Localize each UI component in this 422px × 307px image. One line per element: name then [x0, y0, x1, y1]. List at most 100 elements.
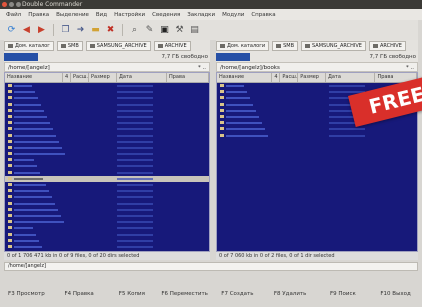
delete-icon[interactable]: ✖: [105, 25, 116, 36]
f10-exit-button[interactable]: F10 Выход: [369, 287, 422, 301]
menu-bookmarks[interactable]: Закладки: [187, 12, 215, 18]
menu-file[interactable]: Файл: [6, 12, 21, 18]
file-date-placeholder: [117, 227, 153, 230]
tools-icon[interactable]: ⚒: [174, 25, 185, 36]
file-date-placeholder: [117, 109, 153, 112]
forward-icon[interactable]: ▶: [36, 25, 47, 36]
file-name-placeholder: [226, 115, 259, 118]
drive-label: SAMSUNG_ARCHIVE: [312, 42, 362, 49]
f8-delete-button[interactable]: F8 Удалить: [264, 287, 317, 301]
edit-icon[interactable]: ✎: [144, 25, 155, 36]
left-free-space: 7,7 ГБ свободно: [161, 53, 208, 60]
file-name-placeholder: [14, 221, 64, 224]
command-line-path: /home/[angelz]: [8, 263, 46, 269]
menu-selection[interactable]: Выделение: [56, 12, 89, 18]
drive-samsung[interactable]: SAMSUNG_ARCHIVE: [301, 40, 366, 51]
terminal-icon[interactable]: ▣: [159, 25, 170, 36]
col-size[interactable]: Размер: [89, 73, 117, 82]
menu-info[interactable]: Сведения: [152, 12, 180, 18]
drive-samsung[interactable]: SAMSUNG_ARCHIVE: [85, 40, 151, 51]
col-name[interactable]: Название: [217, 73, 273, 82]
folder-icon: [8, 183, 12, 186]
file-name-placeholder: [226, 91, 247, 94]
folder-icon: [8, 84, 12, 87]
f5-copy-button[interactable]: F5 Копия: [106, 287, 159, 301]
col-perms[interactable]: Права: [167, 73, 209, 82]
command-line[interactable]: /home/[angelz]: [4, 262, 418, 271]
col-size[interactable]: Размер: [298, 73, 326, 82]
file-name-placeholder: [14, 202, 55, 205]
f9-search-button[interactable]: F9 Поиск: [317, 287, 370, 301]
drive-icon: [60, 43, 66, 48]
f7-mkdir-button[interactable]: F7 Создать: [211, 287, 264, 301]
menu-view[interactable]: Вид: [96, 12, 107, 18]
folder-icon: [8, 195, 12, 199]
file-name-placeholder: [14, 190, 49, 193]
file-name-placeholder: [14, 109, 44, 112]
file-row[interactable]: [5, 244, 209, 250]
folder-icon: [220, 114, 224, 118]
close-button[interactable]: [2, 2, 7, 7]
folder-icon: [8, 170, 12, 174]
file-name-placeholder: [14, 177, 43, 180]
left-current-path[interactable]: /home/[angelz] * ..: [4, 62, 210, 72]
file-date-placeholder: [117, 190, 153, 193]
f3-view-button[interactable]: F3 Просмотр: [0, 287, 53, 301]
copy-icon[interactable]: ❐: [60, 25, 71, 36]
file-row[interactable]: [217, 133, 417, 139]
left-drive-bar: Дом. каталог SMB SAMSUNG_ARCHIVE ARCHIVE: [4, 40, 210, 51]
menu-plugins[interactable]: Модули: [222, 12, 244, 18]
drive-home[interactable]: Дом. каталоги: [216, 40, 270, 51]
file-name-placeholder: [14, 227, 33, 230]
left-column-headers: Название 4 Расш. Размер Дата Права: [5, 73, 209, 83]
back-icon[interactable]: ◀: [21, 25, 32, 36]
col-ext[interactable]: Расш.: [71, 73, 89, 82]
folder-icon: [8, 238, 12, 242]
file-name-placeholder: [14, 245, 42, 248]
col-date[interactable]: Дата: [117, 73, 167, 82]
menu-help[interactable]: Справка: [251, 12, 275, 18]
file-date-placeholder: [117, 97, 153, 100]
folder-icon: [8, 201, 12, 205]
right-current-path[interactable]: /home/[angelz]/books * ..: [216, 62, 418, 72]
left-drive-dropdown[interactable]: [4, 52, 38, 61]
move-icon[interactable]: ➜: [75, 25, 86, 36]
drive-archive[interactable]: ARCHIVE: [153, 40, 191, 51]
f4-edit-button[interactable]: F4 Правка: [53, 287, 106, 301]
col-date[interactable]: Дата: [326, 73, 376, 82]
minimize-button[interactable]: [9, 2, 14, 7]
col-name[interactable]: Название: [5, 73, 63, 82]
menu-settings[interactable]: Настройки: [114, 12, 145, 18]
drive-home[interactable]: Дом. каталог: [4, 40, 54, 51]
col-ext[interactable]: Расш.: [280, 73, 299, 82]
folder-icon: [8, 145, 12, 149]
folder-icon: [8, 220, 12, 224]
file-date-placeholder: [117, 184, 153, 186]
title-bar: Double Commander: [0, 0, 422, 9]
right-status: 0 of 7 060 kb in 0 of 2 files, 0 of 1 di…: [216, 252, 418, 260]
f6-move-button[interactable]: F6 Переместить: [158, 287, 211, 301]
file-name-placeholder: [14, 233, 36, 236]
folder-icon: [8, 108, 12, 112]
menu-edit[interactable]: Правка: [28, 12, 49, 18]
folder-icon: [8, 232, 12, 236]
search-icon[interactable]: ⌕: [129, 25, 140, 36]
archive-icon[interactable]: ▤: [189, 25, 200, 36]
col-sort[interactable]: 4: [272, 73, 281, 82]
right-drive-dropdown[interactable]: [216, 52, 250, 61]
left-drive-selector-row: 7,7 ГБ свободно: [4, 51, 210, 62]
drive-smb[interactable]: SMB: [56, 40, 83, 51]
left-file-panel[interactable]: Название 4 Расш. Размер Дата Права: [4, 72, 210, 252]
col-sort[interactable]: 4: [63, 73, 71, 82]
drive-smb[interactable]: SMB: [272, 40, 299, 51]
folder-icon: [8, 207, 12, 211]
drive-archive[interactable]: ARCHIVE: [368, 40, 406, 51]
folder-icon: [8, 226, 12, 230]
folder-icon: [8, 189, 12, 193]
mkdir-icon[interactable]: ▬: [90, 25, 101, 36]
maximize-button[interactable]: [16, 2, 21, 7]
right-free-space: 7,7 ГБ свободно: [369, 53, 416, 60]
function-key-bar: F3 Просмотр F4 Правка F5 Копия F6 Переме…: [0, 287, 422, 301]
refresh-icon[interactable]: ⟳: [6, 25, 17, 36]
file-name-placeholder: [14, 159, 34, 162]
